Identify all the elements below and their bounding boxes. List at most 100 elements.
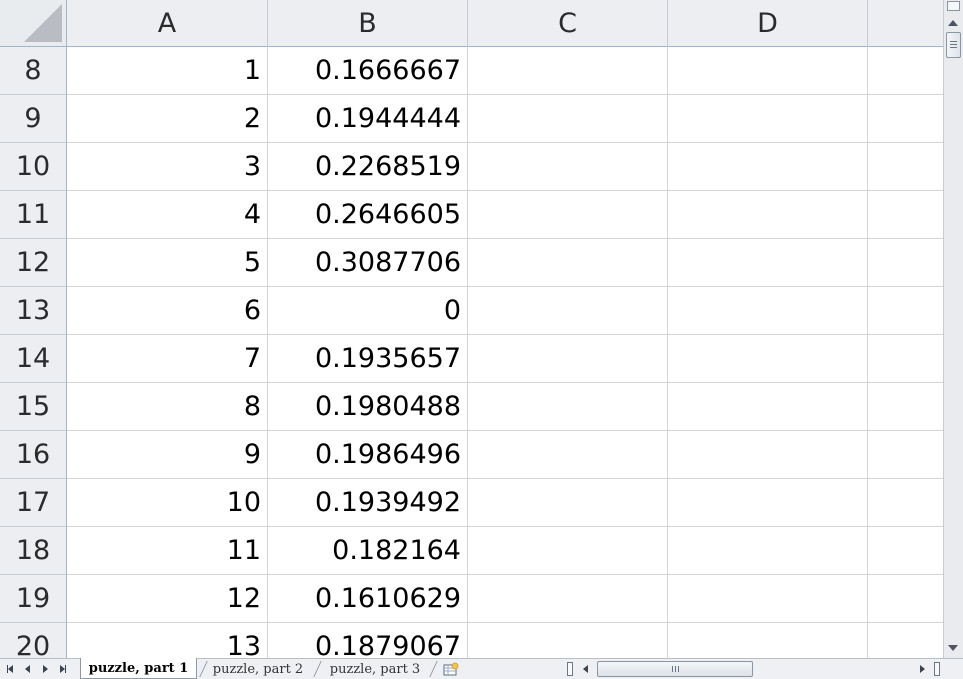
cell-d[interactable] — [668, 191, 868, 239]
cell-a[interactable]: 10 — [67, 479, 268, 527]
cell-b[interactable]: 0.1939492 — [268, 479, 468, 527]
cell-b[interactable]: 0.1980488 — [268, 383, 468, 431]
cell-c[interactable] — [468, 239, 668, 287]
cell-b[interactable]: 0.2268519 — [268, 143, 468, 191]
sheet-tab-puzzle-part-3[interactable]: puzzle, part 3 — [321, 659, 429, 679]
cell-d[interactable] — [668, 623, 868, 658]
cell-b[interactable]: 0.2646605 — [268, 191, 468, 239]
cell-a[interactable]: 3 — [67, 143, 268, 191]
cell-e[interactable] — [868, 191, 943, 239]
horizontal-scroll-end-handle[interactable] — [934, 662, 940, 676]
first-sheet-icon[interactable] — [3, 663, 17, 675]
cell-a[interactable]: 4 — [67, 191, 268, 239]
row-header[interactable]: 10 — [0, 143, 67, 191]
sheet-tab-puzzle-part-1[interactable]: puzzle, part 1 — [80, 658, 197, 679]
cell-a[interactable]: 7 — [67, 335, 268, 383]
cell-c[interactable] — [468, 287, 668, 335]
cell-d[interactable] — [668, 383, 868, 431]
row-header[interactable]: 15 — [0, 383, 67, 431]
cell-c[interactable] — [468, 527, 668, 575]
vertical-scroll-thumb[interactable] — [946, 32, 961, 58]
cell-e[interactable] — [868, 623, 943, 658]
cell-b[interactable]: 0.1610629 — [268, 575, 468, 623]
cell-b[interactable]: 0.1666667 — [268, 47, 468, 95]
cell-c[interactable] — [468, 191, 668, 239]
cell-c[interactable] — [468, 143, 668, 191]
cell-b[interactable]: 0.1879067 — [268, 623, 468, 658]
cell-b[interactable]: 0.182164 — [268, 527, 468, 575]
cell-b[interactable]: 0.1986496 — [268, 431, 468, 479]
cell-e[interactable] — [868, 575, 943, 623]
cell-d[interactable] — [668, 575, 868, 623]
next-sheet-icon[interactable] — [38, 663, 52, 675]
cell-e[interactable] — [868, 287, 943, 335]
row-header[interactable]: 16 — [0, 431, 67, 479]
cell-e[interactable] — [868, 47, 943, 95]
cell-b[interactable]: 0.1935657 — [268, 335, 468, 383]
cell-a[interactable]: 1 — [67, 47, 268, 95]
row-header[interactable]: 11 — [0, 191, 67, 239]
cell-a[interactable]: 12 — [67, 575, 268, 623]
cell-d[interactable] — [668, 47, 868, 95]
cell-d[interactable] — [668, 143, 868, 191]
select-all-corner[interactable] — [0, 0, 67, 47]
cell-e[interactable] — [868, 527, 943, 575]
cell-b[interactable]: 0 — [268, 287, 468, 335]
column-header-c[interactable]: C — [468, 0, 668, 47]
cell-a[interactable]: 11 — [67, 527, 268, 575]
cell-d[interactable] — [668, 431, 868, 479]
last-sheet-icon[interactable] — [56, 663, 70, 675]
scroll-down-arrow-icon[interactable] — [948, 645, 958, 651]
cell-e[interactable] — [868, 335, 943, 383]
row-header[interactable]: 12 — [0, 239, 67, 287]
cell-a[interactable]: 13 — [67, 623, 268, 658]
row-header[interactable]: 14 — [0, 335, 67, 383]
cell-c[interactable] — [468, 431, 668, 479]
cell-a[interactable]: 6 — [67, 287, 268, 335]
column-header-a[interactable]: A — [67, 0, 268, 47]
cell-e[interactable] — [868, 431, 943, 479]
cell-a[interactable]: 2 — [67, 95, 268, 143]
cell-b[interactable]: 0.3087706 — [268, 239, 468, 287]
scroll-left-arrow-icon[interactable] — [583, 665, 588, 673]
cell-a[interactable]: 5 — [67, 239, 268, 287]
horizontal-split-handle[interactable] — [567, 662, 573, 676]
cell-c[interactable] — [468, 575, 668, 623]
cell-e[interactable] — [868, 95, 943, 143]
row-header[interactable]: 13 — [0, 287, 67, 335]
scroll-right-arrow-icon[interactable] — [920, 665, 925, 673]
cell-a[interactable]: 9 — [67, 431, 268, 479]
cell-c[interactable] — [468, 479, 668, 527]
row-header[interactable]: 18 — [0, 527, 67, 575]
column-header-e[interactable] — [868, 0, 943, 47]
column-header-b[interactable]: B — [268, 0, 468, 47]
cell-c[interactable] — [468, 383, 668, 431]
cell-d[interactable] — [668, 479, 868, 527]
horizontal-scroll-thumb[interactable] — [597, 661, 753, 677]
cell-d[interactable] — [668, 527, 868, 575]
vertical-scrollbar[interactable] — [943, 0, 963, 658]
row-header[interactable]: 17 — [0, 479, 67, 527]
cell-d[interactable] — [668, 335, 868, 383]
insert-sheet-icon[interactable] — [441, 661, 461, 677]
scroll-up-arrow-icon[interactable] — [948, 20, 958, 26]
cell-c[interactable] — [468, 335, 668, 383]
cell-e[interactable] — [868, 239, 943, 287]
row-header[interactable]: 19 — [0, 575, 67, 623]
vertical-split-handle[interactable] — [947, 1, 960, 11]
cell-d[interactable] — [668, 239, 868, 287]
row-header[interactable]: 8 — [0, 47, 67, 95]
cell-e[interactable] — [868, 143, 943, 191]
cell-e[interactable] — [868, 479, 943, 527]
cell-c[interactable] — [468, 623, 668, 658]
column-header-d[interactable]: D — [668, 0, 868, 47]
cell-b[interactable]: 0.1944444 — [268, 95, 468, 143]
cell-c[interactable] — [468, 95, 668, 143]
cell-e[interactable] — [868, 383, 943, 431]
previous-sheet-icon[interactable] — [20, 663, 34, 675]
cell-d[interactable] — [668, 287, 868, 335]
cell-a[interactable]: 8 — [67, 383, 268, 431]
sheet-tab-puzzle-part-2[interactable]: puzzle, part 2 — [205, 659, 311, 679]
row-header[interactable]: 20 — [0, 623, 67, 658]
cell-c[interactable] — [468, 47, 668, 95]
